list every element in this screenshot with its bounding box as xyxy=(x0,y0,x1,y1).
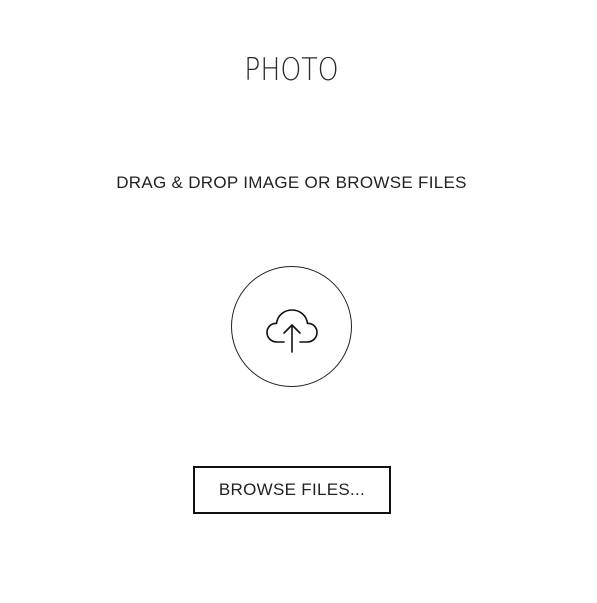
drag-drop-instructions: DRAG & DROP IMAGE OR BROWSE FILES xyxy=(116,173,467,192)
page-title: PHOTO xyxy=(244,52,339,88)
cloud-upload-icon xyxy=(262,297,322,357)
drop-zone[interactable] xyxy=(231,266,352,387)
browse-files-button[interactable]: BROWSE FILES... xyxy=(193,466,391,514)
